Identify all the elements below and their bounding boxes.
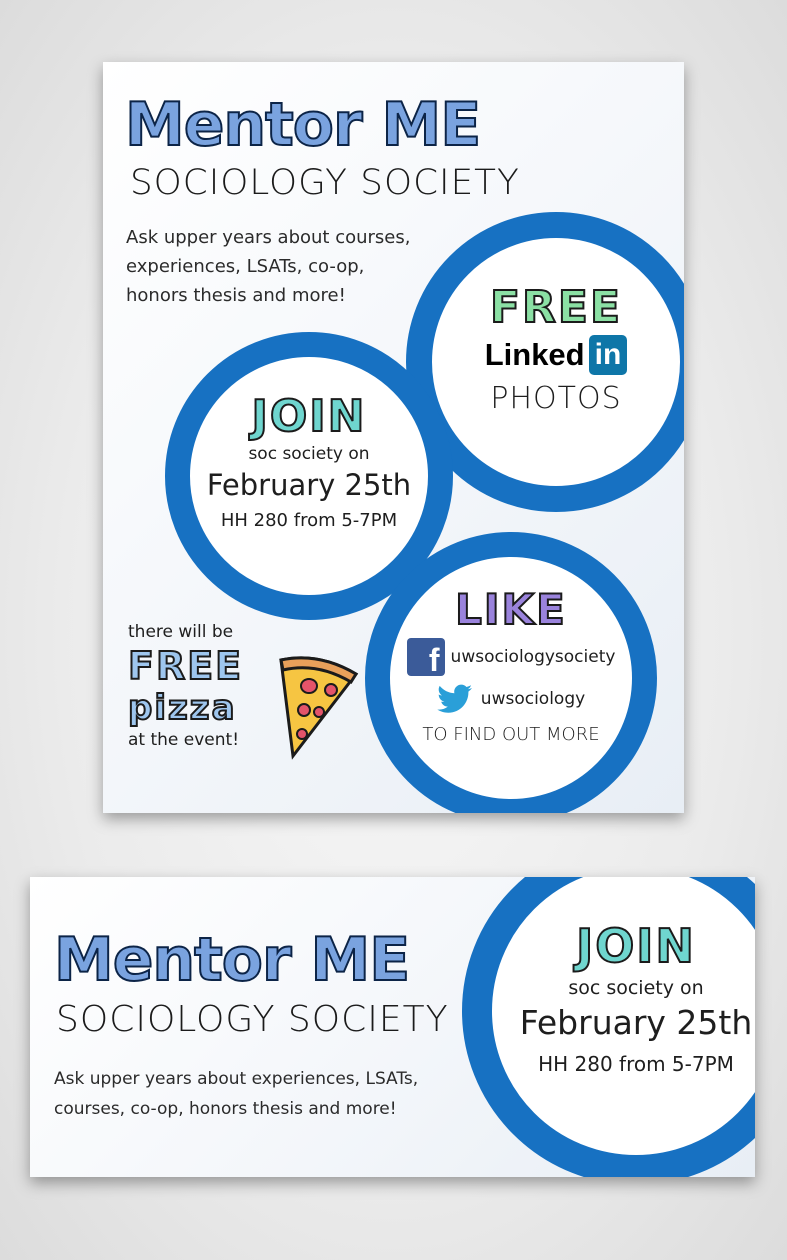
banner-join-line1: soc society on [568, 977, 704, 999]
poster-blurb: Ask upper years about courses, experienc… [126, 224, 410, 310]
twitter-row[interactable]: uwsociology [390, 684, 632, 714]
pizza-line1: there will be [128, 622, 234, 642]
pizza-slice-icon [271, 652, 361, 762]
facebook-icon: f [406, 638, 445, 676]
banner-subtitle: SOCIOLOGY SOCIETY [56, 999, 449, 1040]
join-headline: JOIN [251, 390, 367, 443]
linkedin-logo-icon: Linked in [485, 335, 628, 375]
twitter-handle: uwsociology [480, 689, 586, 709]
mentor-me-poster: Mentor ME SOCIOLOGY SOCIETY Ask upper ye… [103, 62, 684, 813]
mentor-me-banner: Mentor ME SOCIOLOGY SOCIETY Ask upper ye… [30, 877, 755, 1177]
blurb-line: Ask upper years about experiences, LSATs… [54, 1069, 419, 1089]
poster-subtitle: SOCIOLOGY SOCIETY [130, 163, 520, 203]
poster-title: Mentor ME [124, 89, 482, 161]
blurb-line: Ask upper years about courses, [126, 227, 411, 248]
free-headline: FREE [489, 281, 623, 334]
pizza-free-word: FREE [127, 643, 244, 689]
join-line1: soc society on [248, 444, 370, 464]
like-headline: LIKE [454, 584, 567, 635]
banner-join-headline: JOIN [575, 918, 696, 974]
pizza-word: pizza [127, 687, 237, 729]
linkedin-logo-box: in [588, 335, 628, 375]
like-circle: LIKE f uwsociologysociety uwsociology TO… [365, 532, 657, 813]
blurb-line: experiences, LSATs, co-op, [126, 255, 365, 277]
like-footer: TO FIND OUT MORE [422, 724, 600, 745]
banner-join-circle: JOIN soc society on February 25th HH 280… [462, 877, 755, 1177]
banner-join-date: February 25th [519, 1003, 753, 1042]
blurb-line: honors thesis and more! [126, 284, 346, 306]
photos-caption: PHOTOS [490, 381, 622, 416]
free-pizza-block: there will be FREE pizza at the event! [127, 622, 268, 750]
banner-join-location: HH 280 from 5-7PM [538, 1052, 734, 1076]
facebook-row[interactable]: f uwsociologysociety [390, 638, 632, 676]
pizza-line2: at the event! [128, 730, 240, 750]
join-location: HH 280 from 5-7PM [220, 510, 398, 531]
banner-blurb: Ask upper years about experiences, LSATs… [54, 1065, 418, 1125]
banner-title: Mentor ME [53, 924, 411, 996]
linkedin-logo-word: Linked [484, 337, 585, 372]
facebook-handle: uwsociologysociety [450, 647, 616, 667]
blurb-line: courses, co-op, honors thesis and more! [54, 1098, 397, 1119]
twitter-icon [437, 684, 473, 714]
join-date: February 25th [206, 468, 412, 502]
